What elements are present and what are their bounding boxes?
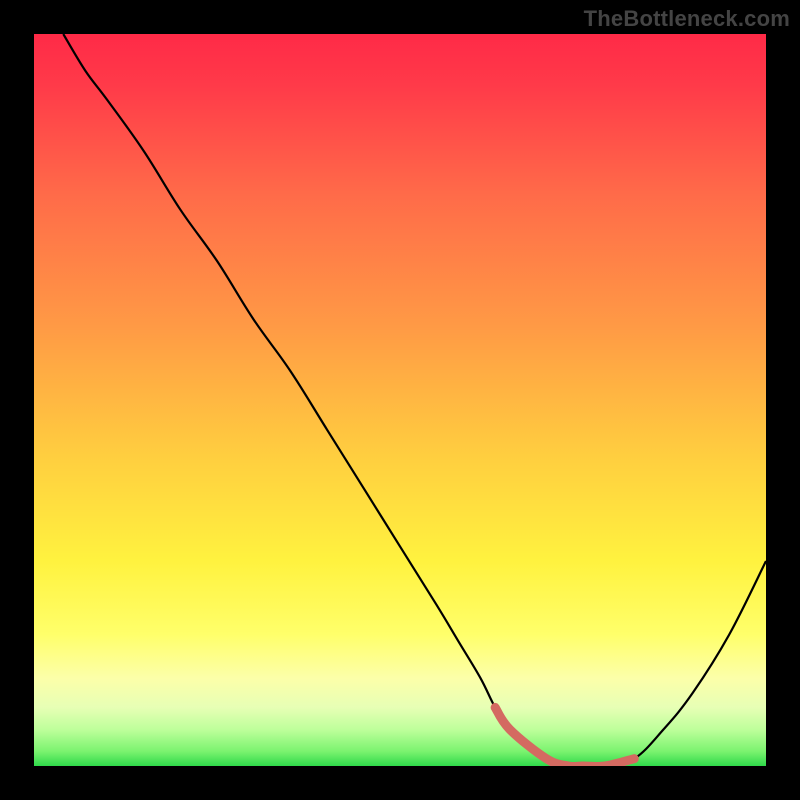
watermark-text: TheBottleneck.com (584, 6, 790, 32)
chart-wrap: TheBottleneck.com (0, 0, 800, 800)
plot-area (34, 34, 766, 766)
gradient-background (34, 34, 766, 766)
